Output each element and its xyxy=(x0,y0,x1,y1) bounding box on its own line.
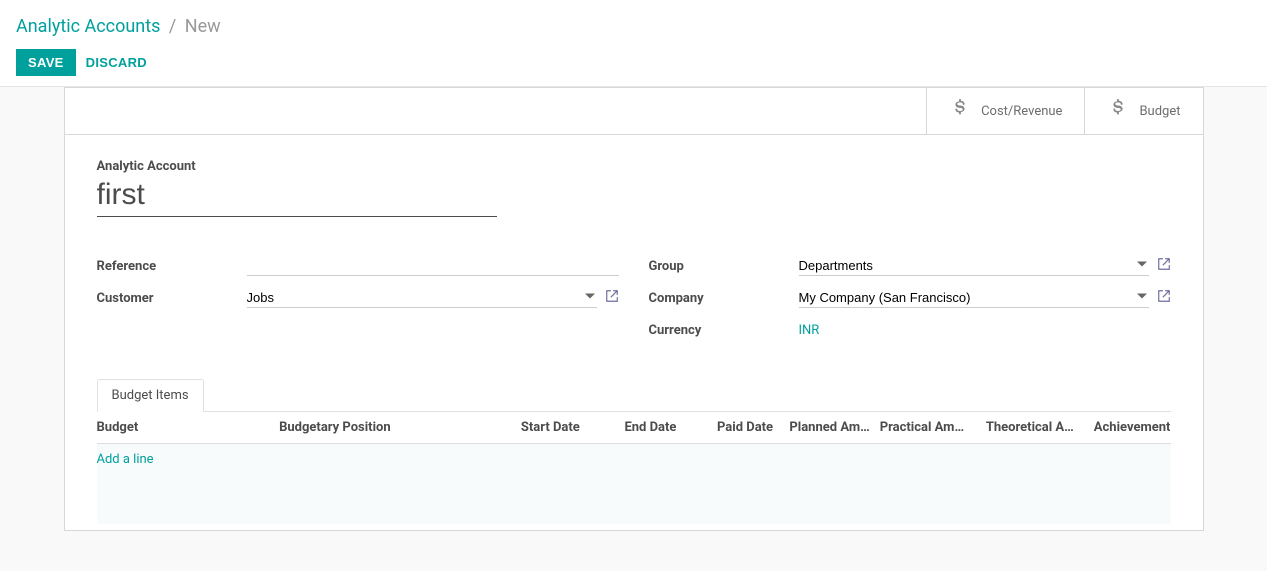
currency-label: Currency xyxy=(649,323,799,338)
col-planned-amount: Planned Am… xyxy=(773,420,870,435)
col-start-date: Start Date xyxy=(483,420,580,435)
col-end-date: End Date xyxy=(580,420,677,435)
form-sheet: Cost/Revenue Budget Analytic Account Ref… xyxy=(64,87,1204,531)
customer-label: Customer xyxy=(97,291,247,306)
cost-revenue-label: Cost/Revenue xyxy=(981,104,1062,119)
cost-revenue-stat-button[interactable]: Cost/Revenue xyxy=(926,88,1084,134)
breadcrumb-current: New xyxy=(185,16,221,37)
breadcrumb: Analytic Accounts / New xyxy=(16,16,1251,37)
table-header: Budget Budgetary Position Start Date End… xyxy=(97,412,1171,444)
company-external-link-icon[interactable] xyxy=(1157,289,1171,307)
analytic-account-name-input[interactable] xyxy=(97,178,497,217)
budget-stat-button[interactable]: Budget xyxy=(1084,88,1202,134)
analytic-account-label: Analytic Account xyxy=(97,159,1171,174)
currency-value[interactable]: INR xyxy=(799,323,820,338)
discard-button[interactable]: DISCARD xyxy=(86,55,147,70)
customer-external-link-icon[interactable] xyxy=(605,289,619,307)
company-input[interactable] xyxy=(799,288,1149,308)
group-external-link-icon[interactable] xyxy=(1157,257,1171,275)
breadcrumb-separator: / xyxy=(169,16,176,37)
reference-input[interactable] xyxy=(247,256,619,276)
budget-label: Budget xyxy=(1139,104,1180,119)
col-budget: Budget xyxy=(97,420,280,435)
company-label: Company xyxy=(649,291,799,306)
add-a-line[interactable]: Add a line xyxy=(97,450,1171,469)
reference-label: Reference xyxy=(97,259,247,274)
dollar-icon xyxy=(949,98,971,124)
col-theoretical-amount: Theoretical A… xyxy=(966,420,1073,435)
customer-input[interactable] xyxy=(247,288,597,308)
save-button[interactable]: SAVE xyxy=(16,49,76,76)
col-achievement: Achievement xyxy=(1074,420,1171,435)
breadcrumb-parent[interactable]: Analytic Accounts xyxy=(16,16,160,37)
col-practical-amount: Practical Amo… xyxy=(870,420,967,435)
tab-budget-items[interactable]: Budget Items xyxy=(97,379,204,412)
group-input[interactable] xyxy=(799,256,1149,276)
col-paid-date: Paid Date xyxy=(676,420,773,435)
dollar-icon xyxy=(1107,98,1129,124)
group-label: Group xyxy=(649,259,799,274)
col-budgetary-position: Budgetary Position xyxy=(279,420,483,435)
